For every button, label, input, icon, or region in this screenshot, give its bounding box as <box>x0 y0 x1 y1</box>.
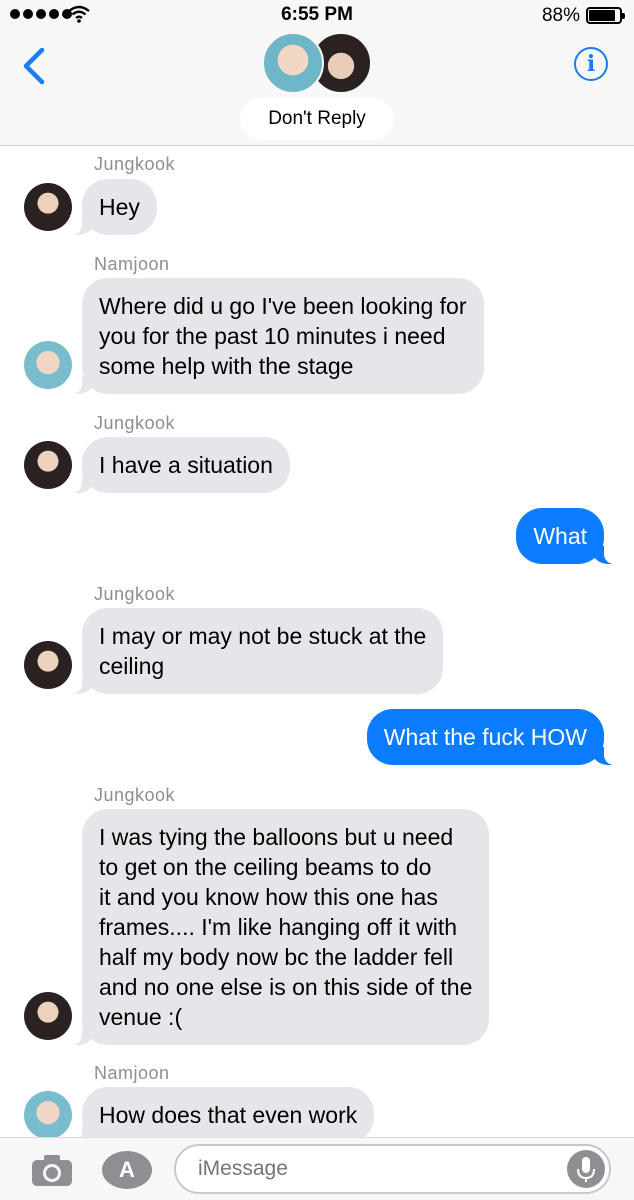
camera-icon <box>32 1155 72 1186</box>
message-bubble-outgoing[interactable]: What <box>516 508 616 564</box>
message-text: What the fuck HOW <box>383 724 587 750</box>
message-text: Where did u go I've been looking for you… <box>99 293 467 379</box>
microphone-button[interactable] <box>567 1150 605 1188</box>
sender-name: Jungkook <box>94 413 176 433</box>
info-icon: i <box>586 51 596 77</box>
message-text: I have a situation <box>99 452 273 478</box>
compose-bar: A <box>0 1137 634 1200</box>
sender-avatar[interactable] <box>24 341 72 389</box>
sender-name: Jungkook <box>94 584 176 604</box>
message-bubble-incoming[interactable]: Hey <box>70 179 157 235</box>
message-bubble-incoming[interactable]: I was tying the balloons but u need to g… <box>69 809 490 1045</box>
message-bubble-incoming[interactable]: I have a situation <box>70 437 290 493</box>
message-text: I may or may not be stuck at the ceiling <box>99 623 427 679</box>
sender-name: Namjoon <box>94 254 170 274</box>
message-thread[interactable]: Jungkook Hey Namjoon Where did u go I've… <box>0 147 634 1137</box>
sender-name: Namjoon <box>94 1063 170 1083</box>
message-bubble-incoming[interactable]: Where did u go I've been looking for you… <box>70 278 484 394</box>
back-button[interactable] <box>20 46 48 86</box>
status-bar: 6:55 PM 88% <box>0 0 634 30</box>
message-bubble-outgoing[interactable]: What the fuck HOW <box>366 709 617 765</box>
microphone-icon <box>577 1157 595 1182</box>
chevron-left-icon <box>23 47 45 85</box>
apps-button[interactable]: A <box>102 1151 152 1189</box>
battery-icon <box>586 7 625 24</box>
message-text: I was tying the balloons but u need to g… <box>99 824 473 1030</box>
battery-percent: 88% <box>541 5 580 26</box>
info-button[interactable]: i <box>574 47 608 81</box>
message-text: How does that even work <box>99 1102 358 1128</box>
sender-name: Jungkook <box>94 785 176 805</box>
message-bubble-incoming[interactable]: I may or may not be stuck at the ceiling <box>69 608 444 694</box>
sender-avatar[interactable] <box>24 992 72 1040</box>
sender-avatar[interactable] <box>24 641 72 689</box>
sender-avatar[interactable] <box>24 1091 72 1137</box>
avatar-namjoon <box>262 32 324 94</box>
sender-name: Jungkook <box>94 154 176 174</box>
status-time: 6:55 PM <box>281 4 353 25</box>
group-avatars[interactable] <box>262 32 374 94</box>
sender-avatar[interactable] <box>24 441 72 489</box>
app-store-icon: A <box>119 1157 135 1182</box>
message-text: What <box>533 523 587 549</box>
camera-button[interactable] <box>30 1152 74 1188</box>
message-bubble-incoming[interactable]: How does that even work <box>69 1087 375 1137</box>
sender-avatar[interactable] <box>24 183 72 231</box>
group-name[interactable]: Don't Reply <box>240 98 394 140</box>
message-input[interactable] <box>174 1144 611 1194</box>
message-text: Hey <box>99 194 140 220</box>
